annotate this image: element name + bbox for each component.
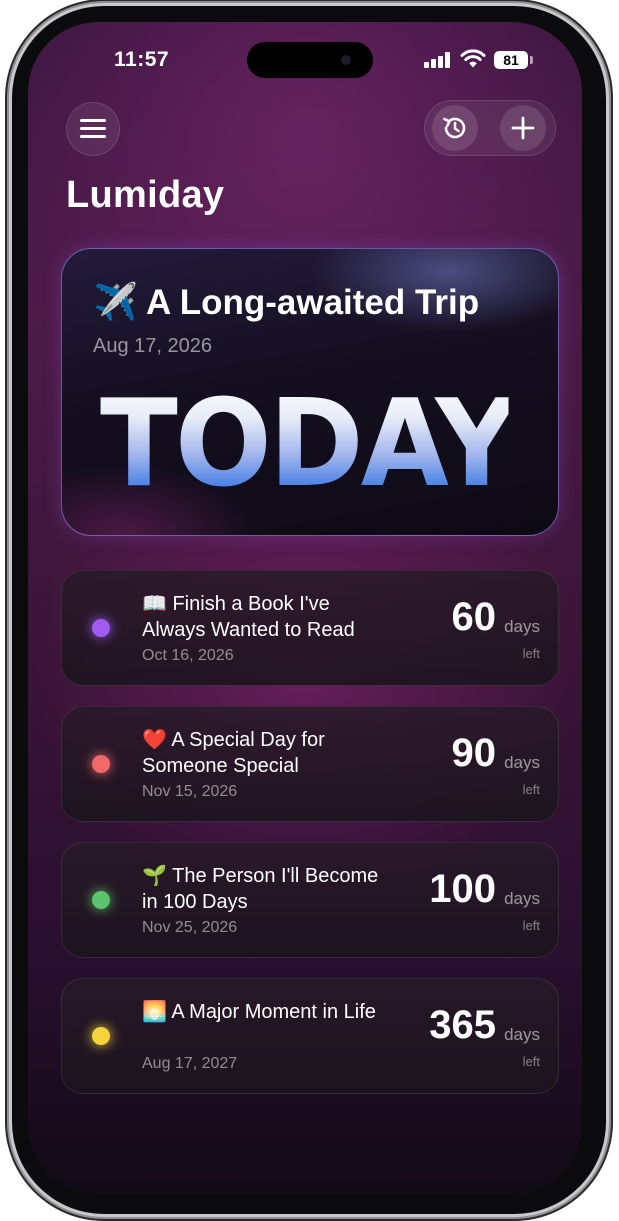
event-days-count: 90 [451, 731, 497, 775]
top-actions-group [424, 100, 556, 156]
event-days-suffix: left [522, 782, 540, 797]
event-days-suffix: left [522, 918, 540, 933]
event-card[interactable]: ❤️ A Special Day for Someone Special Nov… [61, 706, 559, 822]
event-days-count: 60 [451, 595, 497, 639]
event-date: Nov 15, 2026 [142, 783, 238, 800]
book-icon: 📖 [142, 593, 167, 615]
sunrise-icon: 🌅 [142, 1001, 167, 1023]
event-date: Aug 17, 2027 [142, 1055, 238, 1072]
seedling-icon: 🌱 [142, 865, 167, 887]
event-days-suffix: left [522, 1054, 540, 1069]
plus-icon [511, 116, 535, 140]
add-event-button[interactable] [500, 105, 546, 151]
event-days-unit: days [504, 617, 540, 636]
featured-event-card[interactable]: ✈️ A Long-awaited Trip Aug 17, 2026 TODA… [61, 248, 559, 536]
event-days-unit: days [504, 889, 540, 908]
cellular-signal-icon [424, 52, 452, 68]
app-screen: 11:57 81 Lumiday ✈️ A Long-awaited Trip … [28, 22, 582, 1194]
event-days-suffix: left [522, 646, 540, 661]
featured-countdown-label: TODAY [100, 375, 518, 514]
event-color-dot [92, 619, 110, 637]
event-title: 🌱 The Person I'll Become in 100 Days [142, 865, 379, 913]
event-title: 📖 Finish a Book I've Always Wanted to Re… [142, 593, 355, 641]
event-card[interactable]: 📖 Finish a Book I've Always Wanted to Re… [61, 570, 559, 686]
history-icon [443, 117, 466, 139]
history-button[interactable] [432, 105, 478, 151]
event-color-dot [92, 1027, 110, 1045]
event-title: ❤️ A Special Day for Someone Special [142, 729, 325, 777]
battery-icon: 81 [494, 51, 528, 69]
dynamic-island [247, 42, 373, 78]
battery-tip [530, 56, 533, 64]
event-card[interactable]: 🌱 The Person I'll Become in 100 Days Nov… [61, 842, 559, 958]
app-title: Lumiday [66, 174, 225, 216]
event-days-count: 100 [429, 867, 496, 911]
featured-event-date: Aug 17, 2026 [93, 335, 212, 357]
event-title: 🌅 A Major Moment in Life [142, 1001, 376, 1023]
status-time: 11:57 [114, 48, 170, 71]
event-date: Nov 25, 2026 [142, 919, 238, 936]
camera-icon [341, 55, 351, 65]
event-card[interactable]: 🌅 A Major Moment in Life Aug 17, 2027 36… [61, 978, 559, 1094]
menu-button[interactable] [66, 102, 120, 156]
wifi-icon [460, 49, 486, 68]
hamburger-menu-icon [80, 119, 106, 139]
event-color-dot [92, 755, 110, 773]
event-days-unit: days [504, 753, 540, 772]
event-days-unit: days [504, 1025, 540, 1044]
event-days-count: 365 [429, 1003, 496, 1047]
heart-icon: ❤️ [142, 729, 167, 751]
featured-event-title: A Long-awaited Trip [146, 283, 480, 322]
airplane-icon: ✈️ [93, 281, 138, 322]
event-date: Oct 16, 2026 [142, 647, 234, 664]
event-color-dot [92, 891, 110, 909]
